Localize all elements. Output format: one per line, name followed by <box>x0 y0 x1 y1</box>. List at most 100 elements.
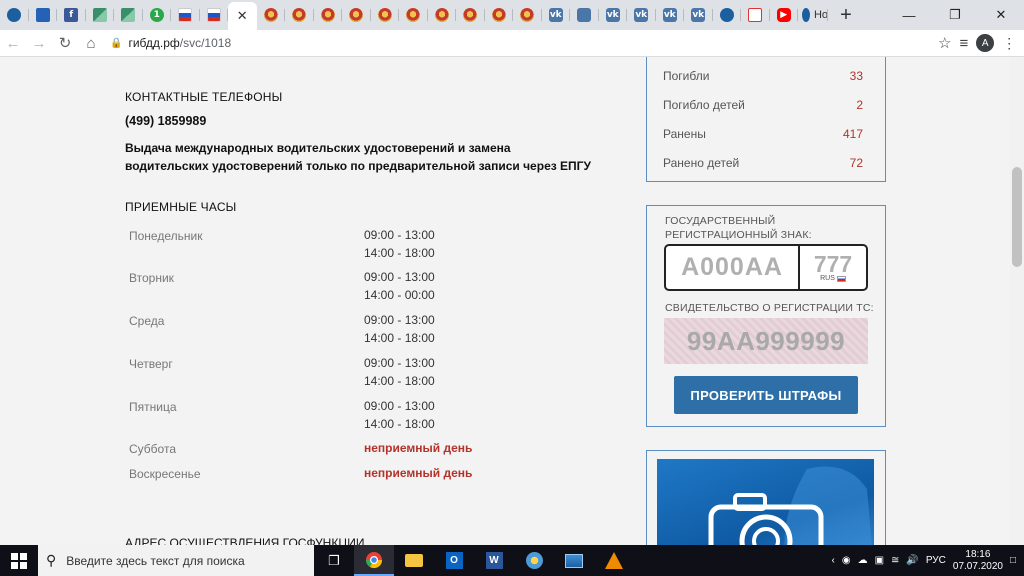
plate-input[interactable]: А000АА 777 RUS <box>664 244 868 291</box>
schedule-day: Четверг <box>129 357 173 371</box>
plate-region-field[interactable]: 777 RUS <box>800 246 866 289</box>
web-icon <box>7 8 22 22</box>
hours-line: 09:00 - 13:00 <box>364 270 435 284</box>
paint-app-icon[interactable] <box>514 545 554 576</box>
browser-tab[interactable] <box>570 0 599 30</box>
tab-list: f 1 ✕ vk vk vk vk vk ▶ <box>0 0 798 30</box>
browser-tab[interactable] <box>456 0 485 30</box>
hours-line: неприемный день <box>364 466 473 480</box>
stat-value: 33 <box>849 69 863 83</box>
forward-icon[interactable]: → <box>26 35 52 52</box>
vlc-app-icon[interactable] <box>594 545 634 576</box>
browser-tab[interactable] <box>314 0 343 30</box>
page-scrollbar[interactable] <box>1010 57 1024 545</box>
close-window-icon[interactable]: ✕ <box>978 0 1024 30</box>
browser-tab[interactable] <box>0 0 29 30</box>
browser-tab[interactable] <box>200 0 229 30</box>
back-icon[interactable]: ← <box>0 35 26 52</box>
minimize-icon[interactable]: — <box>886 0 932 30</box>
browser-toolbar: ← → ↻ ⌂ 🔒 гибдд.рф/svc/1018 ☆ ≡ A ⋮ <box>0 30 1024 57</box>
clock-time: 18:16 <box>965 548 991 560</box>
browser-tab[interactable] <box>399 0 428 30</box>
browser-tab[interactable]: ✕ <box>228 2 257 30</box>
url-host: гибдд.рф <box>128 36 180 50</box>
lock-icon[interactable]: 🔒 <box>110 38 122 49</box>
browser-tab[interactable] <box>713 0 742 30</box>
restore-icon[interactable]: ❐ <box>932 0 978 30</box>
close-icon[interactable]: ✕ <box>237 8 248 24</box>
home-icon[interactable]: ⌂ <box>78 35 104 52</box>
vk-icon: vk <box>634 8 649 22</box>
hours-line: 14:00 - 18:00 <box>364 245 435 260</box>
browser-tab[interactable] <box>513 0 542 30</box>
gibdd-emblem-icon <box>491 8 506 22</box>
browser-tab[interactable] <box>428 0 457 30</box>
browser-tab[interactable] <box>114 0 143 30</box>
vk-icon: vk <box>548 8 563 22</box>
language-indicator[interactable]: РУС <box>926 555 946 566</box>
tray-chevron-icon[interactable]: ‹ <box>831 555 834 566</box>
wifi-icon[interactable]: ≅ <box>891 555 899 566</box>
schedule-hours: 09:00 - 13:00 14:00 - 18:00 <box>364 355 435 390</box>
browser-tab[interactable]: vk <box>656 0 685 30</box>
profile-avatar[interactable]: A <box>976 34 995 52</box>
browser-tab[interactable] <box>285 0 314 30</box>
stat-label: Погибли <box>663 69 710 83</box>
gibdd-emblem-icon <box>320 8 335 22</box>
bookmark-star-icon[interactable]: ☆ <box>938 34 951 52</box>
gibdd-emblem-icon <box>263 8 278 22</box>
browser-tab[interactable] <box>29 0 58 30</box>
browser-tab[interactable]: vk <box>542 0 571 30</box>
browser-tab[interactable]: vk <box>684 0 713 30</box>
browser-tab[interactable]: 1 <box>143 0 172 30</box>
maps-icon <box>92 8 107 22</box>
window-controls: — ❐ ✕ <box>886 0 1024 30</box>
browser-tab[interactable]: f <box>57 0 86 30</box>
word-app-icon[interactable]: W <box>474 545 514 576</box>
stat-row: Ранено детей 72 <box>663 156 863 170</box>
outlook-app-icon[interactable]: O <box>434 545 474 576</box>
reload-icon[interactable]: ↻ <box>52 34 78 52</box>
schedule-day: Суббота <box>129 442 176 456</box>
notifications-icon[interactable]: □ <box>1010 555 1016 566</box>
hours-line: 09:00 - 13:00 <box>364 399 435 413</box>
explorer-app-icon[interactable] <box>394 545 434 576</box>
browser-tab[interactable] <box>371 0 400 30</box>
url-text[interactable]: гибдд.рф/svc/1018 <box>128 36 231 50</box>
browser-tab[interactable]: vk <box>627 0 656 30</box>
plate-number-field[interactable]: А000АА <box>666 246 800 289</box>
start-button[interactable] <box>0 552 38 569</box>
reading-list-icon[interactable]: ≡ <box>959 35 968 52</box>
tab-last[interactable]: Нo <box>798 0 828 30</box>
scrollbar-thumb[interactable] <box>1012 167 1022 267</box>
stat-row: Погибло детей 2 <box>663 98 863 112</box>
browser-tab[interactable] <box>741 0 770 30</box>
volume-icon[interactable]: 🔊 <box>906 555 918 566</box>
browser-tab[interactable] <box>342 0 371 30</box>
camera-banner[interactable] <box>646 450 886 545</box>
chrome-app-icon[interactable] <box>354 545 394 576</box>
browser-tab[interactable]: ▶ <box>770 0 799 30</box>
browser-tab[interactable] <box>171 0 200 30</box>
address-bar[interactable]: 🔒 гибдд.рф/svc/1018 <box>104 32 926 54</box>
page-viewport: КОНТАКТНЫЕ ТЕЛЕФОНЫ (499) 1859989 Выдача… <box>0 57 1024 545</box>
photos-app-icon[interactable] <box>554 545 594 576</box>
display-icon[interactable]: ▣ <box>875 555 884 566</box>
search-icon: ⚲ <box>46 552 57 568</box>
camera-illustration[interactable] <box>657 459 874 545</box>
cloud-icon[interactable]: ☁ <box>858 555 868 566</box>
cert-number-field[interactable]: 99АА999999 <box>664 318 868 364</box>
browser-tab[interactable] <box>485 0 514 30</box>
taskbar-search[interactable]: ⚲ Введите здесь текст для поиска <box>38 545 314 576</box>
menu-icon[interactable]: ⋮ <box>1002 35 1016 52</box>
browser-tab[interactable] <box>257 0 286 30</box>
browser-tab[interactable]: vk <box>599 0 628 30</box>
check-fines-button[interactable]: ПРОВЕРИТЬ ШТРАФЫ <box>674 376 858 414</box>
clock[interactable]: 18:16 07.07.2020 <box>953 549 1003 573</box>
browser-tab[interactable] <box>86 0 115 30</box>
tab-title: Нo <box>813 9 828 21</box>
new-tab-button[interactable]: + <box>834 4 858 27</box>
network-icon[interactable]: ◉ <box>842 555 851 566</box>
task-view-icon[interactable]: ❐ <box>314 545 354 576</box>
gibdd-emblem-icon <box>463 8 478 22</box>
